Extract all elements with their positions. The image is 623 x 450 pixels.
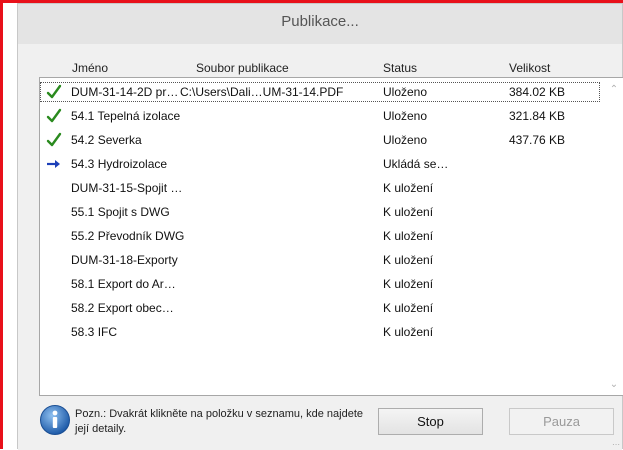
- item-name: DUM-31-15-Spojit …: [71, 181, 183, 195]
- stop-button[interactable]: Stop: [378, 408, 483, 435]
- item-name: 54.1 Tepelná izolace: [71, 109, 181, 123]
- item-status: K uložení: [383, 229, 434, 243]
- publication-list[interactable]: ⌃ ⌄ DUM-31-14-2D pr… C:\Users\Dali…UM-31-…: [39, 77, 623, 396]
- list-item[interactable]: 54.3 Hydroizolace Ukládá se…: [40, 154, 600, 174]
- check-icon: [46, 108, 62, 124]
- info-icon: [40, 405, 70, 435]
- row-icon-slot: [46, 324, 62, 340]
- item-name: 54.2 Severka: [71, 133, 142, 147]
- row-icon-slot: [46, 276, 62, 292]
- item-status: Uloženo: [383, 85, 428, 99]
- scroll-down-icon[interactable]: ⌄: [608, 379, 620, 390]
- item-status: K uložení: [383, 301, 434, 315]
- arrow-right-icon: [46, 156, 62, 172]
- column-header-size[interactable]: Velikost: [509, 61, 550, 75]
- list-item[interactable]: 58.2 Export obec… K uložení: [40, 298, 600, 318]
- list-item[interactable]: 55.1 Spojit s DWG K uložení: [40, 202, 600, 222]
- column-header-name[interactable]: Jméno: [72, 61, 108, 75]
- list-item[interactable]: DUM-31-18-Exporty K uložení: [40, 250, 600, 270]
- item-size: 384.02 KB: [509, 85, 566, 99]
- row-icon-slot: [46, 180, 62, 196]
- item-status: Ukládá se…: [383, 157, 449, 171]
- list-item[interactable]: 55.2 Převodník DWG K uložení: [40, 226, 600, 246]
- check-icon: [46, 84, 62, 100]
- column-header-status[interactable]: Status: [383, 61, 417, 75]
- item-name: DUM-31-14-2D pr…: [71, 85, 179, 99]
- window-title: Publikace...: [281, 13, 359, 30]
- item-name: 55.1 Spojit s DWG: [71, 205, 170, 219]
- row-icon-slot: [46, 300, 62, 316]
- dialog-body: Jméno Soubor publikace Status Velikost ⌃…: [18, 44, 623, 450]
- item-status: Uloženo: [383, 109, 428, 123]
- list-item[interactable]: DUM-31-14-2D pr… C:\Users\Dali…UM-31-14.P…: [40, 82, 600, 102]
- row-icon-slot: [46, 228, 62, 244]
- scroll-up-icon[interactable]: ⌃: [608, 84, 620, 95]
- publish-dialog: Publikace... Jméno Soubor publikace Stat…: [17, 3, 623, 450]
- list-item[interactable]: 54.1 Tepelná izolace Uloženo 321.84 KB: [40, 106, 600, 126]
- item-name: DUM-31-18-Exporty: [71, 253, 178, 267]
- list-item[interactable]: 58.1 Export do Ar… K uložení: [40, 274, 600, 294]
- item-status: K uložení: [383, 253, 434, 267]
- item-file: C:\Users\Dali…UM-31-14.PDF: [180, 85, 344, 99]
- item-name: 58.3 IFC: [71, 325, 118, 339]
- resize-grip[interactable]: ⋯: [612, 440, 620, 449]
- item-name: 55.2 Převodník DWG: [71, 229, 185, 243]
- item-size: 321.84 KB: [509, 109, 566, 123]
- list-item[interactable]: 54.2 Severka Uloženo 437.76 KB: [40, 130, 600, 150]
- item-status: Uloženo: [383, 133, 428, 147]
- item-name: 58.2 Export obec…: [71, 301, 174, 315]
- row-icon-slot: [46, 204, 62, 220]
- title-bar[interactable]: Publikace...: [18, 4, 622, 45]
- item-status: K uložení: [383, 325, 434, 339]
- check-icon: [46, 132, 62, 148]
- list-item[interactable]: 58.3 IFC K uložení: [40, 322, 600, 342]
- item-status: K uložení: [383, 205, 434, 219]
- hint-text: Pozn.: Dvakrát klikněte na položku v sez…: [75, 408, 363, 435]
- list-item[interactable]: DUM-31-15-Spojit … K uložení: [40, 178, 600, 198]
- column-header-file[interactable]: Soubor publikace: [196, 61, 289, 75]
- pause-button[interactable]: Pauza: [509, 408, 614, 435]
- item-status: K uložení: [383, 277, 434, 291]
- row-icon-slot: [46, 252, 62, 268]
- item-name: 54.3 Hydroizolace: [71, 157, 168, 171]
- item-status: K uložení: [383, 181, 434, 195]
- item-name: 58.1 Export do Ar…: [71, 277, 176, 291]
- item-size: 437.76 KB: [509, 133, 566, 147]
